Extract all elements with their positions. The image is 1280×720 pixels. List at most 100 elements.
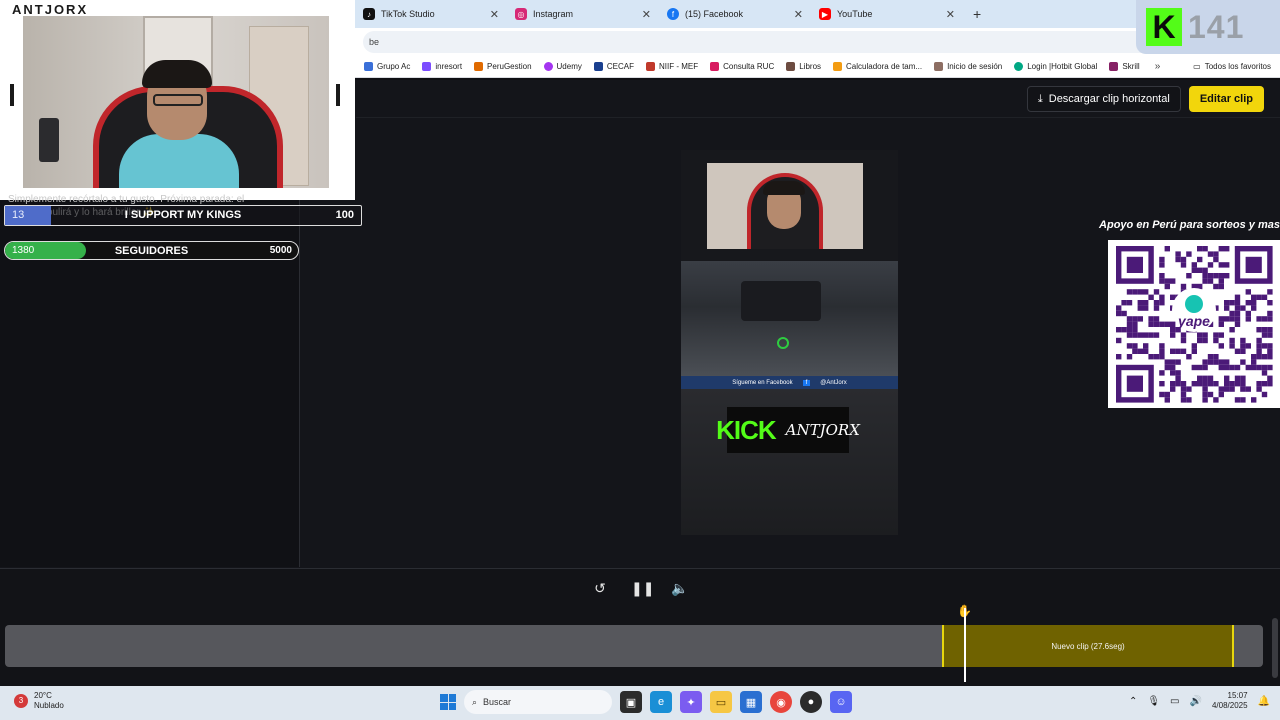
bookmark-item[interactable]: Skrill xyxy=(1104,62,1144,71)
video-webcam-frame xyxy=(707,163,863,249)
network-icon[interactable]: ▭ xyxy=(1170,696,1179,707)
microphone-icon[interactable]: 🎙 xyxy=(1147,696,1160,707)
webcam-feed xyxy=(23,16,329,188)
tiktok-icon: ♪ xyxy=(363,8,375,20)
clock[interactable]: 15:07 4/08/2025 xyxy=(1212,691,1248,712)
close-icon[interactable]: ✕ xyxy=(642,8,651,21)
tab-instagram[interactable]: ◎ Instagram ✕ xyxy=(507,0,659,28)
close-icon[interactable]: ✕ xyxy=(946,8,955,21)
video-preview[interactable]: Sígueme en Facebook f @AntJorx KICK ANTJ… xyxy=(681,150,898,535)
channel-name: ANTJORX xyxy=(12,2,89,17)
bookmark-icon xyxy=(474,62,484,71)
tab-label: (15) Facebook xyxy=(685,9,744,19)
copilot-icon[interactable]: ✦ xyxy=(680,691,702,713)
bookmark-item[interactable]: NIIF - MEF xyxy=(641,62,703,71)
store-icon[interactable]: ▦ xyxy=(740,691,762,713)
bookmark-icon xyxy=(593,62,603,71)
bookmark-item[interactable]: Login |Hotbit Global xyxy=(1009,62,1102,71)
volume-icon[interactable]: 🔈 xyxy=(671,580,689,597)
new-tab-button[interactable]: + xyxy=(963,6,991,22)
temperature: 20°C xyxy=(34,691,52,700)
taskbar-apps: ⌕ Buscar ▣ e ✦ ▭ ▦ ◉ ● ☺ xyxy=(440,690,852,714)
download-icon: ⤓ xyxy=(1037,92,1043,105)
all-bookmarks[interactable]: ▭ Todos los favoritos xyxy=(1188,62,1276,71)
viewer-count: 141 xyxy=(1188,8,1245,45)
kick-k-icon: K xyxy=(1146,8,1182,46)
player-controls: ↺ ❚❚ 🔈 xyxy=(0,568,1280,608)
download-horizontal-clip-button[interactable]: ⤓ Descargar clip horizontal xyxy=(1026,86,1181,112)
bookmark-item[interactable]: PeruGestion xyxy=(469,62,536,71)
tab-youtube[interactable]: ▶ YouTube ✕ xyxy=(811,0,963,28)
kick-viewer-badge: K 141 xyxy=(1136,0,1280,54)
bookmark-item[interactable]: Grupo Ac xyxy=(359,62,415,71)
bookmark-item[interactable]: Udemy xyxy=(539,62,587,71)
sub-goal-max: 100 xyxy=(335,209,354,221)
weather-status: Nublado xyxy=(34,700,64,710)
follower-goal-label: SEGUIDORES xyxy=(114,245,189,257)
webcam-overlay: ANTJORX xyxy=(0,0,355,200)
playhead[interactable] xyxy=(964,608,966,682)
bookmark-item[interactable]: Libros xyxy=(781,62,826,71)
weather-widget[interactable]: 3 20°C Nublado xyxy=(14,691,64,710)
sub-goal-label: I SUPPORT MY KINGS xyxy=(124,209,242,221)
qr-caption: Apoyo en Perú para sorteos y mas xyxy=(1099,219,1280,231)
task-view-icon[interactable]: ▣ xyxy=(620,691,642,713)
follower-goal-bar: 1380 SEGUIDORES 5000 xyxy=(4,241,299,260)
replay-icon[interactable]: ↺ xyxy=(591,580,609,597)
bookmark-icon xyxy=(934,62,944,71)
chevron-up-icon[interactable]: ⌃ xyxy=(1129,696,1137,707)
divider xyxy=(356,117,1280,118)
bookmark-icon xyxy=(710,62,720,71)
bookmark-item[interactable]: Calculadora de tam... xyxy=(828,62,927,71)
obs-icon[interactable]: ● xyxy=(800,691,822,713)
clip-selection[interactable]: Nuevo clip (27.6seg) xyxy=(942,625,1234,667)
header-actions: ⤓ Descargar clip horizontal Editar clip xyxy=(1026,86,1264,112)
chrome-icon[interactable]: ◉ xyxy=(770,691,792,713)
bookmark-icon xyxy=(543,62,553,71)
tab-tiktok-studio[interactable]: ♪ TikTok Studio ✕ xyxy=(355,0,507,28)
scrollbar[interactable] xyxy=(1272,618,1278,678)
screen: ♪ TikTok Studio ✕ ◎ Instagram ✕ f (15) F… xyxy=(0,0,1280,720)
pause-icon[interactable]: ❚❚ xyxy=(631,580,654,597)
url-input[interactable]: be ☆ xyxy=(363,31,1174,53)
youtube-icon: ▶ xyxy=(819,8,831,20)
bookmark-item[interactable]: Inicio de sesión xyxy=(929,62,1007,71)
bookmark-icon xyxy=(1109,62,1119,71)
edit-clip-button[interactable]: Editar clip xyxy=(1188,86,1264,112)
bookmark-item[interactable]: CECAF xyxy=(589,62,639,71)
tab-facebook[interactable]: f (15) Facebook ✕ xyxy=(659,0,811,28)
bookmark-icon xyxy=(1014,62,1024,71)
bookmark-icon xyxy=(645,62,655,71)
bookmark-item[interactable]: inresort xyxy=(417,62,467,71)
facebook-strip: Sígueme en Facebook f @AntJorx xyxy=(681,376,898,389)
clip-label: Nuevo clip (27.6seg) xyxy=(1051,641,1125,651)
sub-goal-bar: 13 I SUPPORT MY KINGS 100 xyxy=(4,205,362,226)
facebook-icon: f xyxy=(667,8,679,20)
windows-start-icon[interactable] xyxy=(440,694,456,710)
bookmarks-bar: Grupo Ac inresort PeruGestion Udemy CECA… xyxy=(355,56,1280,78)
edge-icon[interactable]: e xyxy=(650,691,672,713)
bell-icon[interactable]: 🔔 xyxy=(1258,696,1270,707)
close-icon[interactable]: ✕ xyxy=(794,8,803,21)
follower-goal-max: 5000 xyxy=(269,245,292,256)
search-icon: ⌕ xyxy=(472,696,478,707)
kick-logo: KICK ANTJORX xyxy=(716,407,860,453)
timeline: Nuevo clip (27.6seg) ✋ xyxy=(0,604,1280,686)
close-icon[interactable]: ✕ xyxy=(490,8,499,21)
bookmark-item[interactable]: Consulta RUC xyxy=(705,62,779,71)
bookmark-icon xyxy=(833,62,843,71)
discord-icon[interactable]: ☺ xyxy=(830,691,852,713)
taskbar-search[interactable]: ⌕ Buscar xyxy=(464,690,612,714)
tab-label: Instagram xyxy=(533,9,574,19)
speaker-icon[interactable]: 🔊 xyxy=(1190,696,1202,707)
facebook-icon: f xyxy=(802,379,811,386)
yape-brand-text: yape xyxy=(1177,313,1210,329)
chevron-right-icon[interactable]: » xyxy=(1147,61,1169,72)
instagram-icon: ◎ xyxy=(515,8,527,20)
bookmark-icon xyxy=(364,62,373,71)
folder-icon: ▭ xyxy=(1193,62,1201,71)
bookmark-icon xyxy=(422,62,432,71)
system-tray: ⌃ 🎙 ▭ 🔊 15:07 4/08/2025 🔔 xyxy=(1129,691,1270,712)
file-explorer-icon[interactable]: ▭ xyxy=(710,691,732,713)
tab-label: YouTube xyxy=(837,9,873,19)
